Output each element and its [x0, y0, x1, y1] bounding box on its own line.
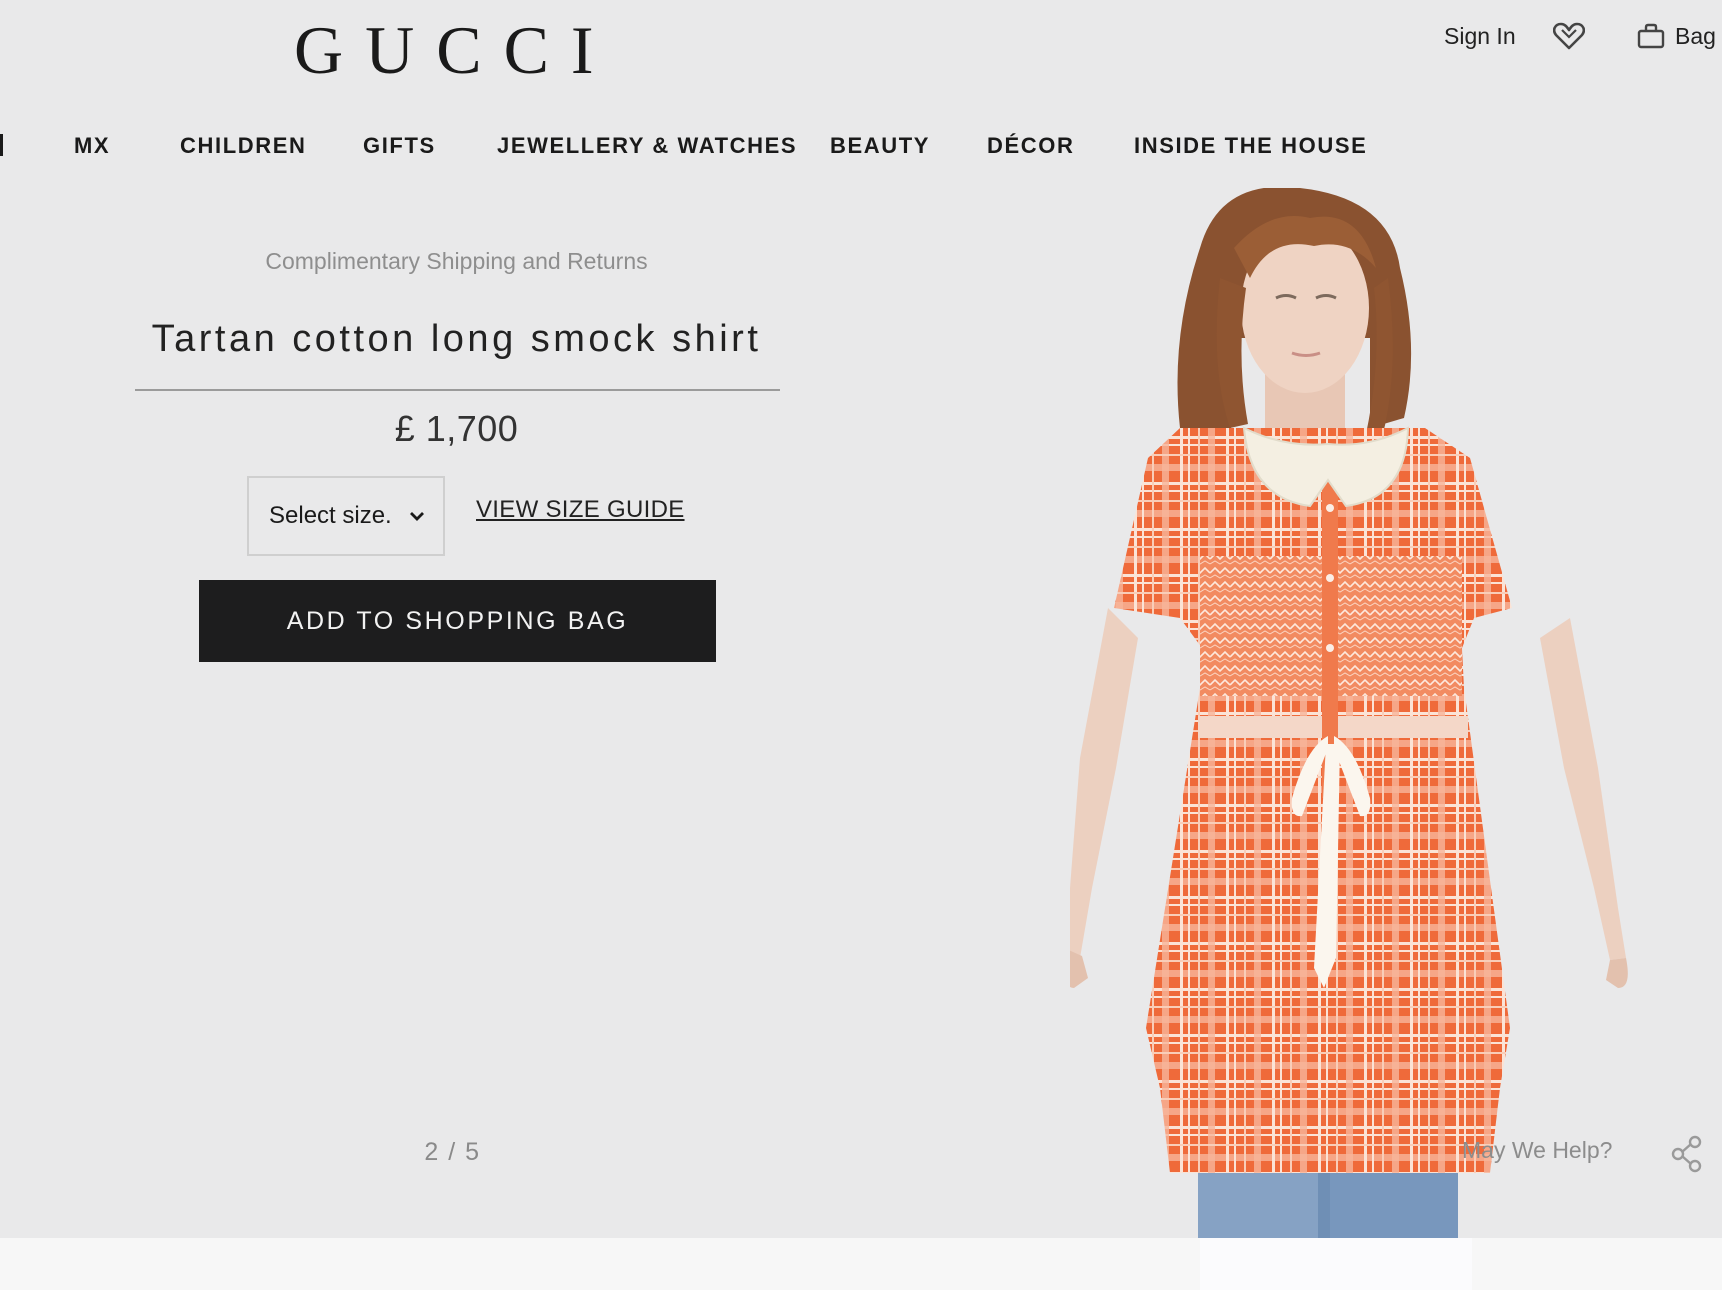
nav-item-jewellery-watches[interactable]: JEWELLERY & WATCHES [497, 128, 797, 164]
may-we-help-link[interactable]: May We Help? [1462, 1137, 1612, 1164]
add-to-shopping-bag-button[interactable]: ADD TO SHOPPING BAG [199, 580, 716, 662]
product-title: Tartan cotton long smock shirt [151, 318, 762, 360]
bag-label: Bag [1675, 22, 1716, 49]
share-icon[interactable] [1670, 1134, 1704, 1174]
nav-item-decor[interactable]: DÉCOR [987, 128, 1074, 164]
shipping-note: Complimentary Shipping and Returns [265, 248, 648, 274]
view-size-guide-link[interactable]: VIEW SIZE GUIDE [476, 496, 685, 524]
nav-item-beauty[interactable]: BEAUTY [830, 128, 930, 164]
nav-item-gifts[interactable]: GIFTS [363, 128, 436, 164]
image-pager: 2 / 5 [424, 1138, 481, 1166]
chevron-down-icon [410, 512, 424, 521]
nav-item-inside-the-house[interactable]: INSIDE THE HOUSE [1134, 128, 1367, 164]
gucci-logo[interactable]: GUCCI [294, 14, 624, 86]
sign-in-link[interactable]: Sign In [1444, 18, 1516, 54]
bag-button[interactable]: Bag [1637, 18, 1716, 54]
product-price: £ 1,700 [394, 408, 519, 449]
product-page: GUCCI Sign In Bag MX CHILDREN GIFTS JEWE… [0, 0, 1722, 1290]
size-select[interactable]: Select size. [247, 476, 445, 556]
nav-item-children[interactable]: CHILDREN [180, 128, 306, 164]
title-divider [135, 389, 780, 391]
size-select-label: Select size. [269, 502, 392, 529]
wishlist-button[interactable] [1552, 18, 1586, 54]
main-nav: MX CHILDREN GIFTS JEWELLERY & WATCHES BE… [0, 128, 1722, 164]
heart-icon [1553, 22, 1585, 50]
product-image[interactable] [1070, 188, 1670, 1288]
nav-item-mx[interactable]: MX [74, 128, 110, 164]
shopping-bag-icon [1637, 23, 1665, 49]
image-overflow-strip [1200, 1238, 1472, 1290]
